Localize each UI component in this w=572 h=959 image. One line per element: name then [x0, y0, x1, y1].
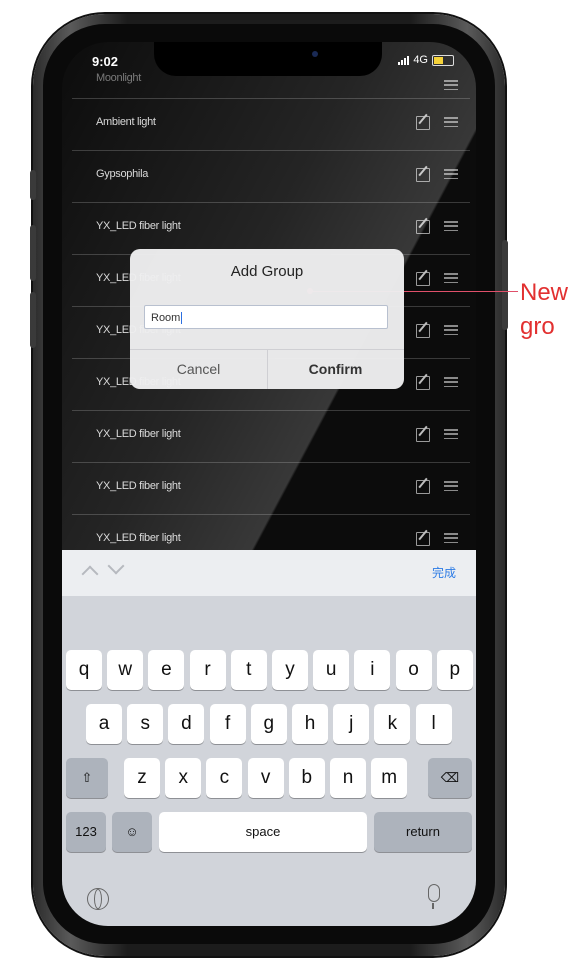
list-item-label: Gypsophila: [96, 168, 149, 180]
numbers-key[interactable]: 123: [66, 812, 106, 852]
key-l[interactable]: l: [415, 704, 452, 744]
key-b[interactable]: b: [288, 758, 325, 798]
drag-handle-icon[interactable]: [444, 429, 458, 439]
drag-handle-icon[interactable]: [444, 169, 458, 179]
chevron-down-icon[interactable]: [107, 557, 125, 575]
battery-icon: [432, 54, 454, 66]
return-key[interactable]: return: [374, 812, 472, 852]
drag-handle-icon[interactable]: [444, 533, 458, 543]
edit-icon[interactable]: [416, 532, 430, 546]
list-item-label: Ambient light: [96, 116, 156, 128]
list-item-label: Moonlight: [96, 72, 141, 84]
list-item[interactable]: YX_LED fiber light: [72, 203, 470, 255]
list-item[interactable]: Ambient light: [72, 99, 470, 151]
key-n[interactable]: n: [330, 758, 366, 798]
list-item-label: YX_LED fiber light: [96, 480, 181, 492]
key-h[interactable]: h: [292, 704, 328, 744]
front-camera: [312, 51, 318, 57]
list-item-label: YX_LED fiber light: [96, 532, 181, 544]
key-f[interactable]: f: [209, 704, 246, 744]
keyboard: 完成 qwertyuiopasdfghjklzxcvbnm ⇧ ⌫ 123 ☺ …: [62, 550, 476, 926]
key-p[interactable]: p: [436, 650, 473, 690]
text-cursor: [181, 312, 183, 325]
key-s[interactable]: s: [127, 704, 164, 744]
key-u[interactable]: u: [313, 650, 350, 690]
key-c[interactable]: c: [206, 758, 243, 798]
chevron-up-icon[interactable]: [81, 565, 99, 583]
edit-icon[interactable]: [416, 116, 430, 130]
group-name-input[interactable]: Room: [144, 305, 388, 329]
edit-icon[interactable]: [416, 428, 430, 442]
drag-handle-icon[interactable]: [444, 80, 458, 90]
drag-handle-icon[interactable]: [444, 221, 458, 231]
list-item[interactable]: Gypsophila: [72, 151, 470, 203]
signal-icon: [398, 55, 410, 65]
emoji-key[interactable]: ☺: [112, 812, 152, 852]
edit-icon[interactable]: [416, 324, 430, 338]
phone-screen: 9:02 4G Moonlight Ambient light Gypsophi…: [62, 42, 476, 926]
microphone-icon[interactable]: [428, 884, 440, 909]
key-i[interactable]: i: [354, 650, 391, 690]
status-time: 9:02: [92, 54, 119, 69]
edit-icon[interactable]: [416, 220, 430, 234]
key-o[interactable]: o: [395, 650, 432, 690]
drag-handle-icon[interactable]: [444, 325, 458, 335]
edit-icon[interactable]: [416, 272, 430, 286]
drag-handle-icon[interactable]: [444, 117, 458, 127]
network-label: 4G: [413, 54, 428, 66]
keyboard-toolbar: 完成: [62, 550, 476, 596]
key-r[interactable]: r: [189, 650, 226, 690]
power-button: [502, 240, 508, 330]
shift-key[interactable]: ⇧: [66, 758, 108, 798]
drag-handle-icon[interactable]: [444, 481, 458, 491]
list-item[interactable]: Moonlight: [72, 72, 470, 99]
group-name-value: Room: [151, 312, 181, 324]
key-t[interactable]: t: [230, 650, 267, 690]
confirm-button[interactable]: Confirm: [267, 361, 404, 377]
cancel-button[interactable]: Cancel: [130, 361, 267, 377]
key-y[interactable]: y: [272, 650, 308, 690]
list-item-label: YX_LED fiber light: [96, 428, 181, 440]
drag-handle-icon[interactable]: [444, 377, 458, 387]
status-indicators: 4G: [398, 54, 454, 66]
key-w[interactable]: w: [107, 650, 144, 690]
list-item-label: YX_LED fiber light: [96, 220, 181, 232]
edit-icon[interactable]: [416, 480, 430, 494]
dialog-title: Add Group: [230, 263, 304, 280]
done-button[interactable]: 完成: [432, 564, 456, 581]
key-v[interactable]: v: [247, 758, 284, 798]
notch: [154, 42, 382, 76]
list-item[interactable]: YX_LED fiber light: [72, 463, 470, 515]
edit-icon[interactable]: [416, 168, 430, 182]
key-g[interactable]: g: [250, 704, 287, 744]
backspace-key[interactable]: ⌫: [428, 758, 472, 798]
edit-icon[interactable]: [416, 376, 430, 390]
key-j[interactable]: j: [333, 704, 370, 744]
globe-icon[interactable]: [87, 888, 109, 910]
key-a[interactable]: a: [86, 704, 122, 744]
key-x[interactable]: x: [165, 758, 202, 798]
side-button: [30, 170, 36, 200]
space-key[interactable]: space: [159, 812, 367, 852]
key-z[interactable]: z: [124, 758, 160, 798]
key-e[interactable]: e: [148, 650, 185, 690]
volume-down-button: [30, 292, 36, 348]
annotation-label: New gro: [520, 279, 569, 340]
key-d[interactable]: d: [168, 704, 205, 744]
key-k[interactable]: k: [374, 704, 411, 744]
volume-up-button: [30, 225, 36, 281]
drag-handle-icon[interactable]: [444, 273, 458, 283]
key-m[interactable]: m: [371, 758, 408, 798]
add-group-dialog: Add Group Room Cancel Confirm: [130, 249, 404, 389]
list-item[interactable]: YX_LED fiber light: [72, 411, 470, 463]
key-q[interactable]: q: [66, 650, 102, 690]
